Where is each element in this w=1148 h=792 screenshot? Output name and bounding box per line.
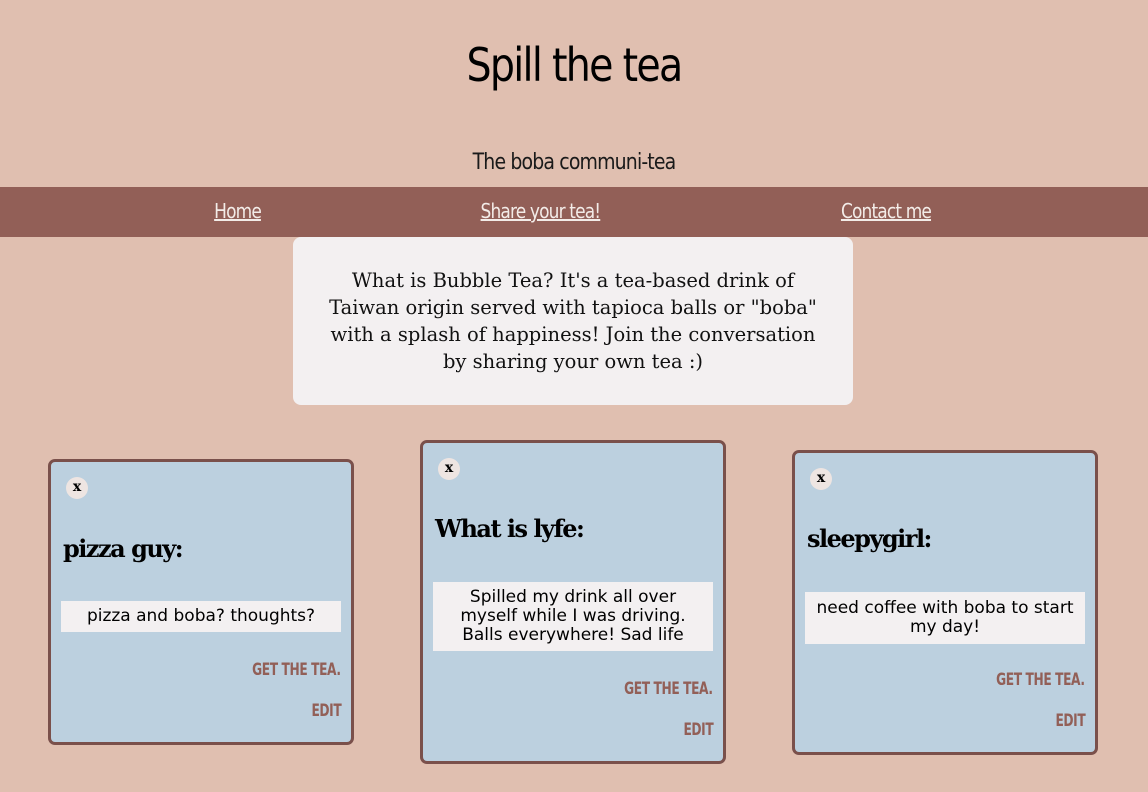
edit-button[interactable]: EDIT: [311, 701, 341, 721]
intro-box: What is Bubble Tea? It's a tea-based dri…: [293, 237, 853, 405]
edit-button[interactable]: EDIT: [683, 720, 713, 740]
edit-button[interactable]: EDIT: [1055, 711, 1085, 731]
nav-home-link[interactable]: Home: [214, 199, 262, 223]
post-message: pizza and boba? thoughts?: [61, 601, 341, 632]
nav-share-link[interactable]: Share your tea!: [481, 199, 602, 223]
post-card: x pizza guy: pizza and boba? thoughts? G…: [48, 459, 354, 745]
get-the-tea-button[interactable]: GET THE TEA.: [997, 670, 1086, 690]
post-card: x What is lyfe: Spilled my drink all ove…: [420, 440, 726, 764]
site-tagline: The boba communi-tea: [472, 150, 677, 175]
get-the-tea-button[interactable]: GET THE TEA.: [253, 660, 342, 680]
post-message: Spilled my drink all over myself while I…: [433, 582, 713, 651]
post-username: pizza guy:: [63, 534, 184, 563]
close-icon[interactable]: x: [66, 477, 88, 499]
post-username: sleepygirl:: [807, 524, 932, 553]
main-nav: Home Share your tea! Contact me: [0, 187, 1148, 237]
close-icon[interactable]: x: [438, 458, 460, 480]
nav-contact-link[interactable]: Contact me: [841, 199, 932, 223]
site-title: Spill the tea: [466, 38, 684, 92]
get-the-tea-button[interactable]: GET THE TEA.: [625, 679, 714, 699]
intro-text: What is Bubble Tea? It's a tea-based dri…: [329, 269, 817, 373]
post-message: need coffee with boba to start my day!: [805, 592, 1085, 644]
close-icon[interactable]: x: [810, 468, 832, 490]
post-username: What is lyfe:: [435, 514, 585, 543]
post-card: x sleepygirl: need coffee with boba to s…: [792, 450, 1098, 755]
